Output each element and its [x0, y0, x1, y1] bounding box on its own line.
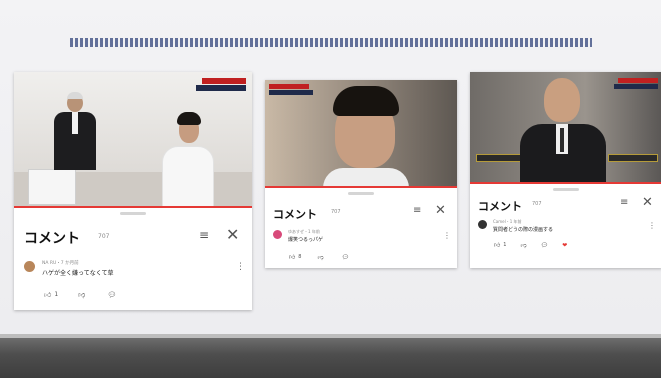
creator-heart-icon: ❤︎ [562, 241, 568, 249]
comment-sheet-3: コメント 707 ≡ ✕ Camel・1 年前 質問者どうの際の漫画する ⋮ 👍… [470, 184, 661, 268]
dislike-icon[interactable]: 👎︎ [520, 241, 526, 249]
close-icon[interactable]: ✕ [226, 225, 239, 244]
sort-icon[interactable]: ≡ [413, 205, 421, 216]
like-icon[interactable]: 👍︎ [44, 290, 51, 299]
comment-text: 爆笑つるっパゲ [288, 237, 324, 243]
reply-icon[interactable]: 💬︎ [342, 254, 350, 261]
tv-caption-box [618, 78, 658, 83]
comment-count: 707 [98, 233, 110, 240]
more-options-icon[interactable]: ⋮ [236, 263, 245, 272]
sheet-grabber[interactable] [553, 188, 579, 191]
screenshot-panel-2: コメント 707 ≡ ✕ ゆあすぜ・1 年前 爆笑つるっパゲ ⋮ 👍︎ 8 👎︎… [265, 80, 457, 268]
comment-text: ハゲが全く嫌ってなくて草 [42, 270, 114, 277]
reply-icon[interactable]: 💬︎ [107, 291, 116, 299]
podium [28, 169, 76, 205]
video-frame-2[interactable] [265, 80, 457, 188]
more-options-icon[interactable]: ⋮ [443, 232, 451, 240]
close-icon[interactable]: ✕ [435, 203, 446, 218]
comment-text: 質問者どうの際の漫画する [493, 227, 554, 233]
comments-title: コメント [478, 200, 522, 213]
dislike-icon[interactable]: 👎︎ [78, 290, 85, 299]
comments-title: コメント [24, 231, 80, 247]
screenshot-panel-1: コメント 707 ≡ ✕ NA RU・7 か月前 ハゲが全く嫌ってなくて草 ⋮ … [14, 72, 252, 310]
sheet-grabber[interactable] [348, 192, 374, 195]
comments-title: コメント [273, 208, 317, 221]
tv-caption-box [614, 84, 658, 89]
comment-author-meta: NA RU・7 か月前 [42, 261, 79, 266]
sort-icon[interactable]: ≡ [199, 228, 209, 242]
reply-icon[interactable]: 💬︎ [541, 242, 549, 249]
tv-caption-box [202, 78, 246, 84]
avatar[interactable] [273, 230, 282, 239]
like-count: 1 [54, 291, 59, 298]
comment-actions: 👍︎ 1 👎︎ 💬︎ [44, 290, 116, 300]
sort-icon[interactable]: ≡ [620, 197, 628, 208]
comment-sheet-2: コメント 707 ≡ ✕ ゆあすぜ・1 年前 爆笑つるっパゲ ⋮ 👍︎ 8 👎︎… [265, 188, 457, 268]
screenshot-panel-3: コメント 707 ≡ ✕ Camel・1 年前 質問者どうの際の漫画する ⋮ 👍… [470, 72, 661, 268]
sheet-grabber[interactable] [120, 212, 146, 215]
like-count: 8 [298, 254, 302, 260]
tv-caption-box [608, 154, 658, 162]
video-frame-1[interactable] [14, 72, 252, 208]
close-icon[interactable]: ✕ [642, 195, 653, 210]
like-icon[interactable]: 👍︎ [494, 241, 500, 249]
comment-count: 707 [331, 209, 341, 215]
avatar[interactable] [24, 261, 35, 272]
comment-actions: 👍︎ 8 👎︎ 💬︎ [289, 253, 350, 262]
tv-caption-box [269, 90, 313, 95]
tv-caption-box [476, 154, 526, 162]
comment-sheet-1: コメント 707 ≡ ✕ NA RU・7 か月前 ハゲが全く嫌ってなくて草 ⋮ … [14, 208, 252, 310]
avatar[interactable] [478, 220, 487, 229]
video-frame-3[interactable] [470, 72, 661, 184]
comment-author-meta: ゆあすぜ・1 年前 [288, 229, 320, 234]
floor-band [0, 338, 661, 378]
tv-caption-box [196, 85, 246, 91]
comment-count: 707 [532, 201, 542, 207]
decorative-pattern-bar [70, 38, 592, 47]
tv-caption-box [269, 84, 309, 89]
like-count: 1 [503, 242, 507, 248]
more-options-icon[interactable]: ⋮ [648, 222, 656, 230]
like-icon[interactable]: 👍︎ [289, 253, 295, 261]
comment-author-meta: Camel・1 年前 [493, 219, 522, 224]
dislike-icon[interactable]: 👎︎ [317, 253, 323, 261]
comment-actions: 👍︎ 1 👎︎ 💬︎ ❤︎ [494, 241, 568, 250]
